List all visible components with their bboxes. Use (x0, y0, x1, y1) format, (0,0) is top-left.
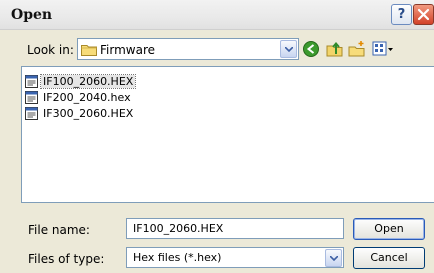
hex-file-icon (25, 75, 38, 88)
file-type-label: Files of type: (28, 252, 105, 266)
close-icon (417, 8, 430, 21)
back-button[interactable] (300, 38, 322, 60)
file-type-dropdown[interactable]: Hex files (*.hex) (126, 247, 344, 268)
view-menu-button[interactable] (370, 38, 396, 60)
chevron-down-icon (330, 256, 338, 261)
open-button[interactable]: Open (353, 218, 425, 240)
chevron-down-icon (285, 47, 293, 52)
file-name-label: File name: (28, 223, 90, 237)
look-in-dropdown-arrow[interactable] (280, 40, 297, 58)
hex-file-icon (25, 91, 38, 104)
file-name: IF300_2060.HEX (43, 107, 134, 120)
look-in-value: Firmware (100, 43, 155, 57)
close-button[interactable] (413, 4, 434, 25)
hex-file-icon (25, 107, 38, 120)
file-type-value: Hex files (*.hex) (133, 251, 222, 264)
folder-icon (81, 45, 97, 56)
dialog-title: Open (11, 7, 53, 23)
new-folder-button[interactable] (346, 38, 368, 60)
file-name: IF200_2040.hex (43, 91, 131, 104)
file-list[interactable]: IF100_2060.HEX IF200_2040.hex IF300_2060… (21, 66, 434, 203)
up-folder-button[interactable] (324, 38, 346, 60)
back-icon (303, 41, 319, 57)
cancel-button[interactable]: Cancel (353, 247, 425, 269)
file-type-dropdown-arrow[interactable] (325, 249, 342, 267)
title-bar[interactable]: Open ? (0, 0, 434, 30)
open-dialog: Open ? Look in: Firmware IF100_2060.HEX … (0, 0, 434, 273)
up-folder-icon (326, 41, 343, 57)
help-button[interactable]: ? (391, 4, 412, 25)
view-menu-icon (372, 41, 393, 56)
new-folder-icon (348, 41, 365, 57)
look-in-dropdown[interactable]: Firmware (77, 38, 299, 60)
file-name-input[interactable]: IF100_2060.HEX (126, 218, 344, 239)
look-in-label: Look in: (27, 43, 74, 57)
file-name: IF100_2060.HEX (39, 74, 137, 89)
